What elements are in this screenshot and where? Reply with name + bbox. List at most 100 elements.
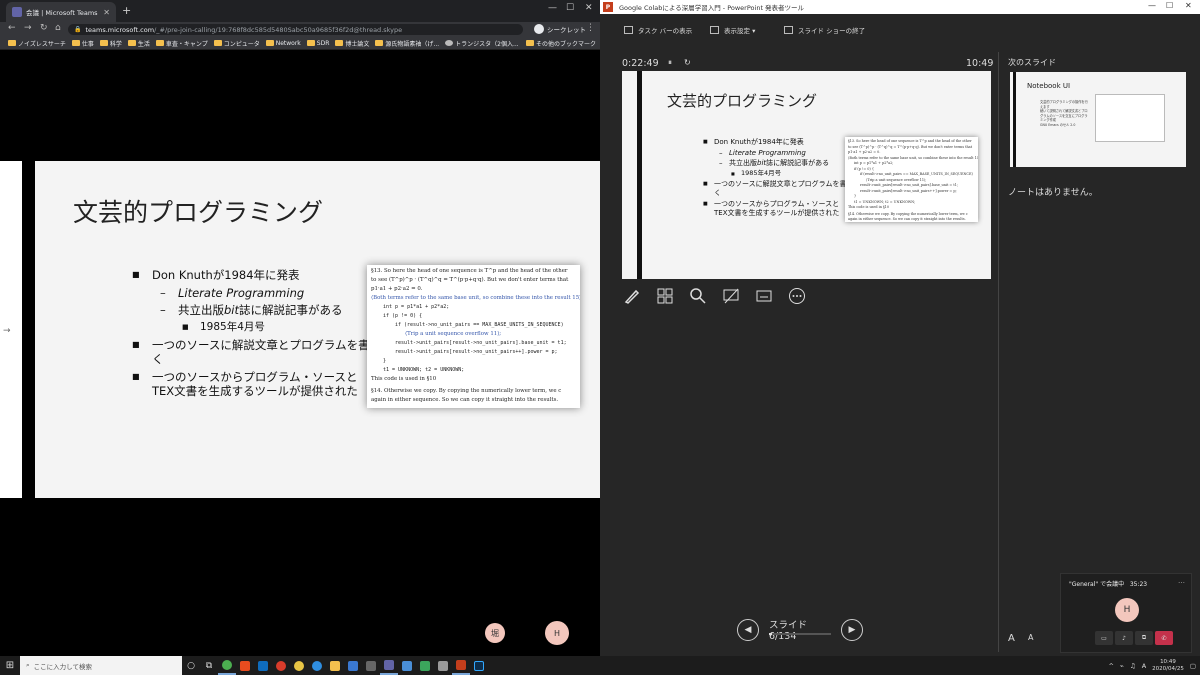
app-icon[interactable] (434, 656, 452, 675)
end-slideshow-button[interactable]: スライド ショーの終了 (784, 25, 865, 35)
edge-app-icon[interactable] (308, 656, 326, 675)
maximize-icon[interactable]: ☐ (566, 3, 574, 13)
chrome-window: 会議 | Microsoft Teams ✕ + — ☐ ✕ ← → ↻ ⌂ 🔒… (0, 0, 600, 656)
subtitles-icon[interactable] (754, 286, 774, 306)
bookmark-item[interactable]: SDR (306, 40, 329, 47)
incognito-indicator[interactable]: シークレット (534, 24, 586, 34)
powerpoint-app-icon[interactable] (452, 656, 470, 675)
bookmark-item[interactable]: ノイズレスサーチ (8, 39, 66, 48)
next-slide-bullets: 文芸的プログラミングの操作を行えます 続いて説明されて解説文書とプログラムのソー… (1040, 100, 1088, 127)
bookmark-item[interactable]: トランジスタ（2個入... (445, 39, 519, 48)
pane-divider[interactable] (998, 52, 999, 652)
chrome-menu-icon[interactable]: ⋮ (586, 23, 595, 33)
volume-icon[interactable]: ♫ (1130, 662, 1136, 670)
other-bookmarks[interactable]: その他のブックマーク (525, 39, 596, 48)
ime-icon[interactable]: A (1142, 662, 1146, 670)
home-icon[interactable]: ⌂ (55, 23, 61, 33)
close-window-icon[interactable]: ✕ (585, 3, 593, 13)
new-tab-button[interactable]: + (122, 4, 131, 17)
teams-meeting-stage: → 文芸的プログラミング Don Knuthが1984年に発表 Literate… (0, 51, 600, 656)
teams-call-mini-window[interactable]: "General" で会議中 35:23 … H ▭ ♪ ⧉ ✆ (1060, 573, 1192, 653)
photoshop-app-icon[interactable] (470, 656, 488, 675)
teams-favicon-icon (12, 7, 22, 17)
pause-timer-icon[interactable]: ⏸ (668, 58, 672, 68)
close-tab-icon[interactable]: ✕ (103, 8, 110, 17)
tray-chevron-icon[interactable]: ^ (1108, 662, 1113, 670)
slide-counter[interactable]: スライド 6/134 (769, 617, 831, 642)
browser-tab-teams[interactable]: 会議 | Microsoft Teams ✕ (6, 2, 116, 22)
hang-up-icon[interactable]: ✆ (1155, 631, 1173, 645)
address-bar[interactable]: 🔒 teams.microsoft.com/_#/pre-join-callin… (68, 24, 523, 35)
call-more-icon[interactable]: … (1178, 577, 1185, 585)
previous-slide-button[interactable]: ◀ (737, 618, 759, 641)
bookmark-item[interactable]: 科学 (99, 39, 122, 48)
pen-icon[interactable] (622, 286, 642, 306)
call-participant-avatar: H (1115, 598, 1139, 622)
minimize-icon[interactable]: — (1148, 1, 1156, 10)
next-slide-button[interactable]: ▶ (841, 618, 863, 641)
display-settings-button[interactable]: 表示設定 ▾ (710, 25, 755, 35)
app-icon[interactable] (272, 656, 290, 675)
bookmark-item[interactable]: 生活 (127, 39, 150, 48)
forward-icon[interactable]: → (24, 23, 32, 33)
windows-start-icon[interactable]: ⊞ (0, 656, 20, 675)
app-icon[interactable] (416, 656, 434, 675)
back-icon[interactable]: ← (8, 23, 16, 33)
cortana-icon[interactable]: ○ (182, 656, 200, 675)
app-icon[interactable] (290, 656, 308, 675)
maximize-icon[interactable]: ☐ (1166, 1, 1173, 10)
bookmark-item[interactable]: 仕事 (71, 39, 94, 48)
bookmark-item[interactable]: 車査・キャンプ (155, 39, 208, 48)
slide-bullets: Don Knuthが1984年に発表 Literate Programming … (703, 138, 848, 220)
bookmark-site-icon (445, 40, 454, 46)
speaker-notes: ノートはありません。 (1008, 188, 1098, 198)
monitor-icon (710, 26, 719, 34)
see-all-slides-icon[interactable] (655, 286, 675, 306)
mail-app-icon[interactable] (344, 656, 362, 675)
camera-icon[interactable]: ▭ (1095, 631, 1113, 645)
bookmark-item[interactable]: コンピュータ (213, 39, 260, 48)
decrease-font-button[interactable]: A (1028, 633, 1033, 642)
sub-bullet-item: 共立出版bit誌に解説記事がある (132, 303, 372, 317)
notifications-icon[interactable]: ▢ (1190, 662, 1196, 670)
current-time: 10:49 (966, 58, 994, 69)
task-view-icon[interactable]: ⧉ (200, 656, 218, 675)
office-app-icon[interactable] (236, 656, 254, 675)
file-explorer-icon[interactable] (326, 656, 344, 675)
taskbar-search[interactable]: ⌕ ここに入力して検索 (20, 656, 182, 675)
slide-accent-bar (637, 71, 642, 279)
bookmark-item[interactable]: 博士論文 (335, 39, 369, 48)
app-icon[interactable] (398, 656, 416, 675)
search-placeholder: ここに入力して検索 (33, 662, 92, 671)
participant-avatar[interactable]: 堀 (485, 623, 505, 643)
sub-bullet-item: Literate Programming (703, 149, 848, 158)
increase-font-button[interactable]: A (1008, 633, 1015, 644)
lock-icon: 🔒 (74, 26, 82, 33)
next-slide-preview[interactable]: Notebook UI 文芸的プログラミングの操作を行えます 続いて説明されて解… (1010, 72, 1186, 167)
previous-slide-edge[interactable]: → (0, 161, 22, 498)
show-taskbar-button[interactable]: タスク バーの表示 (624, 25, 692, 35)
minimize-icon[interactable]: — (548, 3, 557, 13)
tab-title: 会議 | Microsoft Teams (26, 9, 98, 17)
share-screen-icon[interactable]: ⧉ (1135, 631, 1153, 645)
next-slide-title: Notebook UI (1027, 82, 1071, 90)
chrome-app-icon[interactable] (218, 656, 236, 675)
bookmark-item[interactable]: Network (265, 40, 301, 47)
outlook-app-icon[interactable] (254, 656, 272, 675)
app-icon[interactable] (362, 656, 380, 675)
incognito-icon (534, 24, 544, 34)
network-icon[interactable]: ⌁ (1120, 662, 1124, 670)
participant-avatar[interactable]: H (545, 621, 569, 645)
reload-icon[interactable]: ↻ (40, 23, 48, 33)
arrow-right-icon: → (3, 326, 11, 336)
teams-app-icon[interactable] (380, 656, 398, 675)
tex-code-excerpt: §13. So here the head of one sequence is… (845, 137, 978, 222)
zoom-icon[interactable] (688, 286, 708, 306)
black-screen-icon[interactable] (721, 286, 741, 306)
taskbar-clock[interactable]: 10:49 2020/04/25 (1152, 659, 1184, 673)
more-options-icon[interactable] (787, 286, 807, 306)
reset-timer-icon[interactable]: ↻ (684, 58, 691, 67)
bookmark-item[interactable]: 源氏物語素袖（げ... (375, 39, 439, 48)
microphone-icon[interactable]: ♪ (1115, 631, 1133, 645)
close-window-icon[interactable]: ✕ (1185, 1, 1192, 10)
